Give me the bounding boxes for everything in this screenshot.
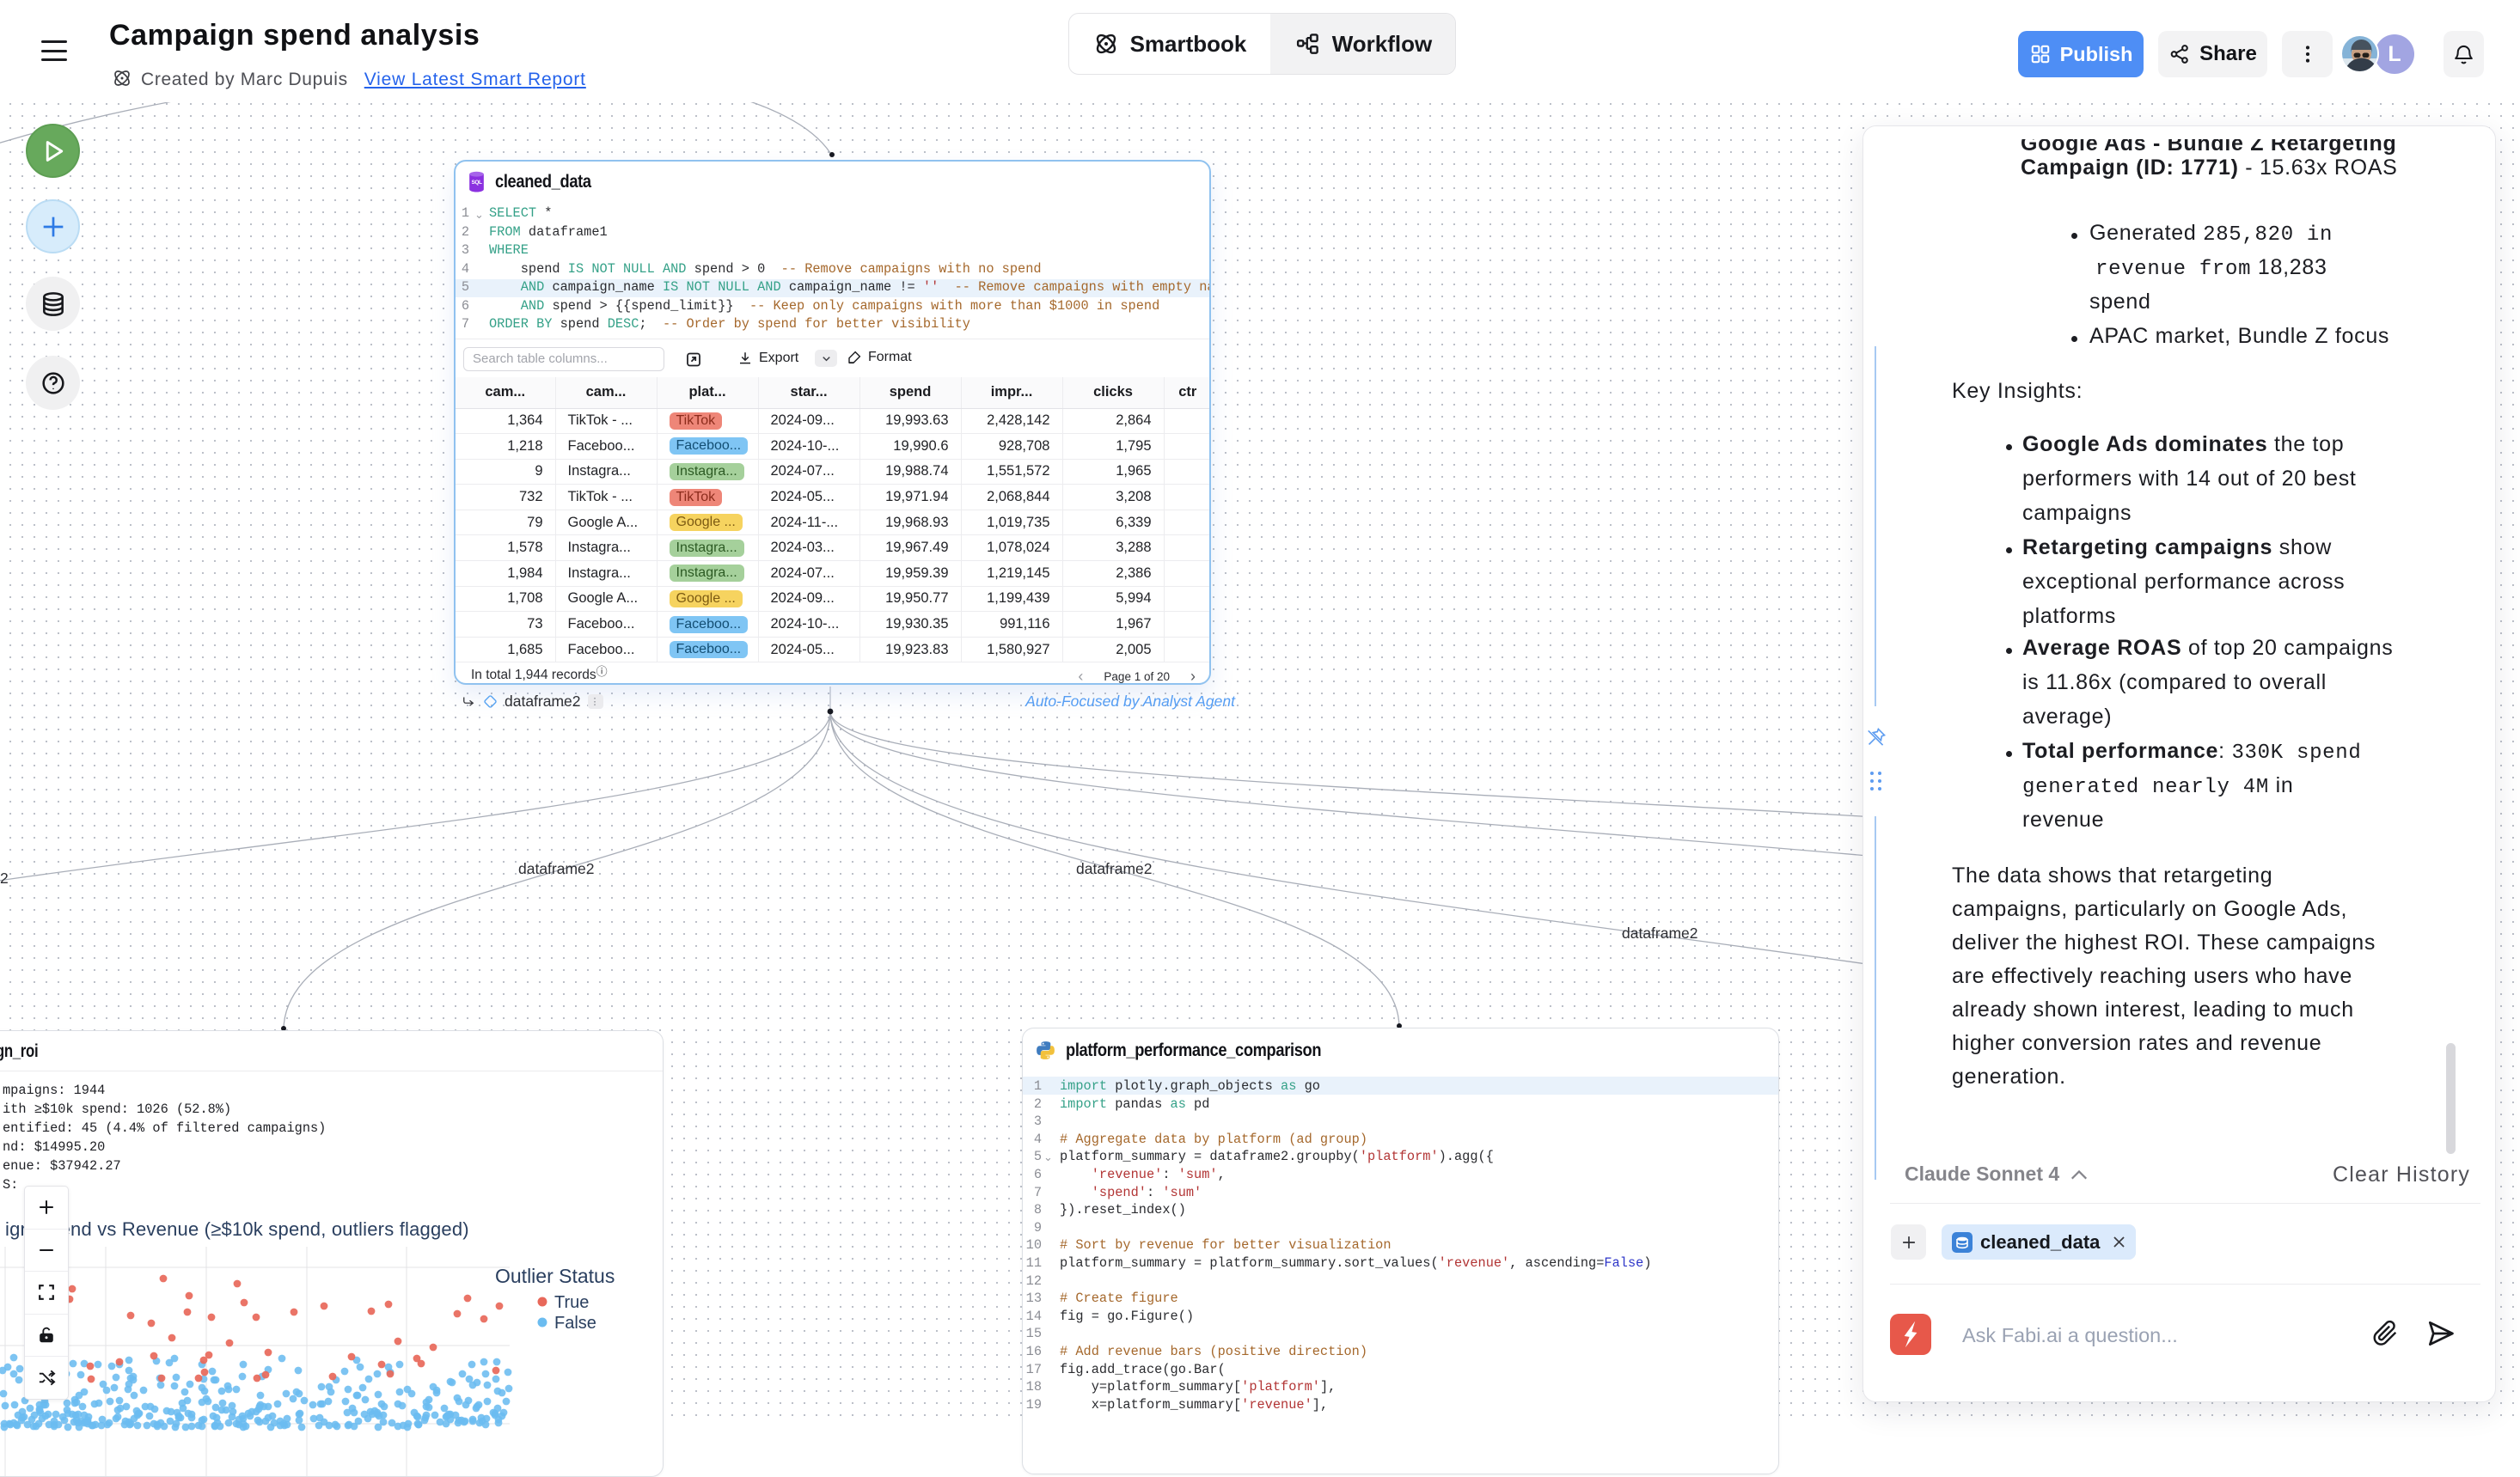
svg-text:True: True: [554, 1293, 589, 1312]
svg-text:SQL: SQL: [472, 180, 482, 186]
svg-text:Outlier Status: Outlier Status: [495, 1265, 615, 1287]
svg-text:False: False: [554, 1314, 596, 1333]
